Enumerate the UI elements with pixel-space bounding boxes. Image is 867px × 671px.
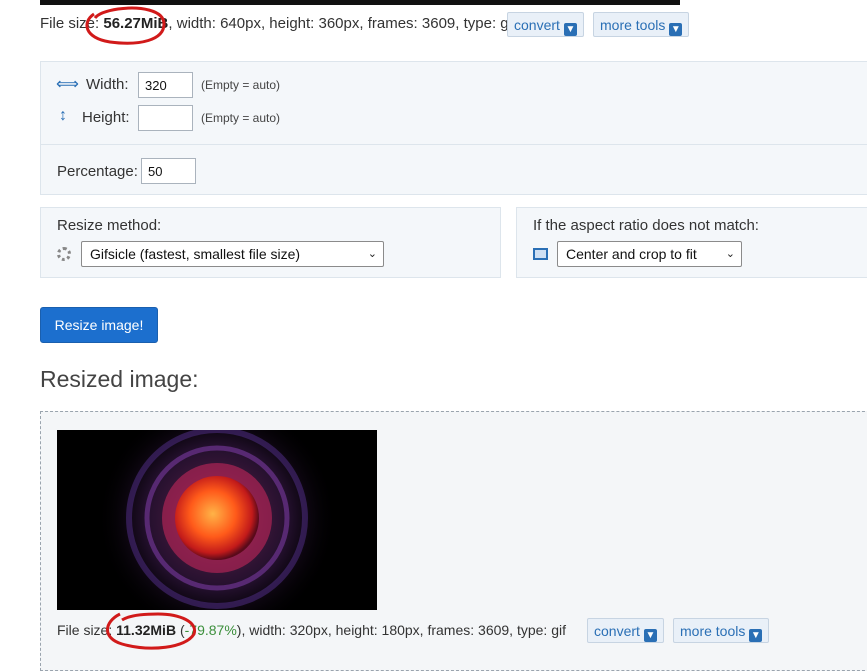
annotation-circle [106,612,196,650]
aspect-ratio-label: If the aspect ratio does not match: [533,217,759,234]
chevron-down-icon: ▼ [669,23,683,36]
percentage-input[interactable] [141,158,196,184]
resize-image-button[interactable]: Resize image! [40,307,158,343]
aspect-ratio-select[interactable]: Center and crop to fit ⌄ [557,241,742,267]
more-tools-label: more tools [600,17,666,33]
chevron-down-icon: ⌄ [367,248,377,260]
chevron-down-icon: ▼ [749,629,763,642]
gear-icon [57,247,71,261]
convert-label: convert [514,17,560,33]
original-more-tools-button[interactable]: more tools ▼ [593,12,690,37]
aspect-ratio-value: Center and crop to fit [566,246,697,262]
original-file-details: , width: 640px, height: 360px, frames: 3… [168,15,517,32]
resize-method-select[interactable]: Gifsicle (fastest, smallest file size) ⌄ [81,241,384,267]
height-hint: (Empty = auto) [201,111,281,125]
resized-more-tools-button[interactable]: more tools ▼ [673,618,770,643]
annotation-circle [85,6,166,45]
resized-image-preview [57,398,377,638]
resize-method-label: Resize method: [57,217,162,234]
sun-image [57,398,377,638]
width-label: Width: [86,76,129,93]
chevron-down-icon: ▼ [563,23,577,36]
percentage-label: Percentage: [57,163,138,180]
horizontal-resize-icon: ⟺ [56,76,79,93]
chevron-down-icon: ▼ [643,629,657,642]
crop-frame-icon [533,248,548,260]
original-convert-button[interactable]: convert ▼ [507,12,584,37]
convert-label: convert [594,623,640,639]
width-hint: (Empty = auto) [201,78,281,92]
resize-method-value: Gifsicle (fastest, smallest file size) [90,246,301,262]
resized-convert-button[interactable]: convert ▼ [587,618,664,643]
width-input[interactable] [138,72,193,98]
vertical-resize-icon: ↕ [59,107,67,124]
resized-image-heading: Resized image: [40,366,199,392]
more-tools-label: more tools [680,623,746,639]
height-input[interactable] [138,105,193,131]
resized-file-details: , width: 320px, height: 180px, frames: 3… [241,622,566,638]
panel-divider [41,144,867,145]
chevron-down-icon: ⌄ [725,248,735,260]
height-label: Height: [82,109,130,126]
